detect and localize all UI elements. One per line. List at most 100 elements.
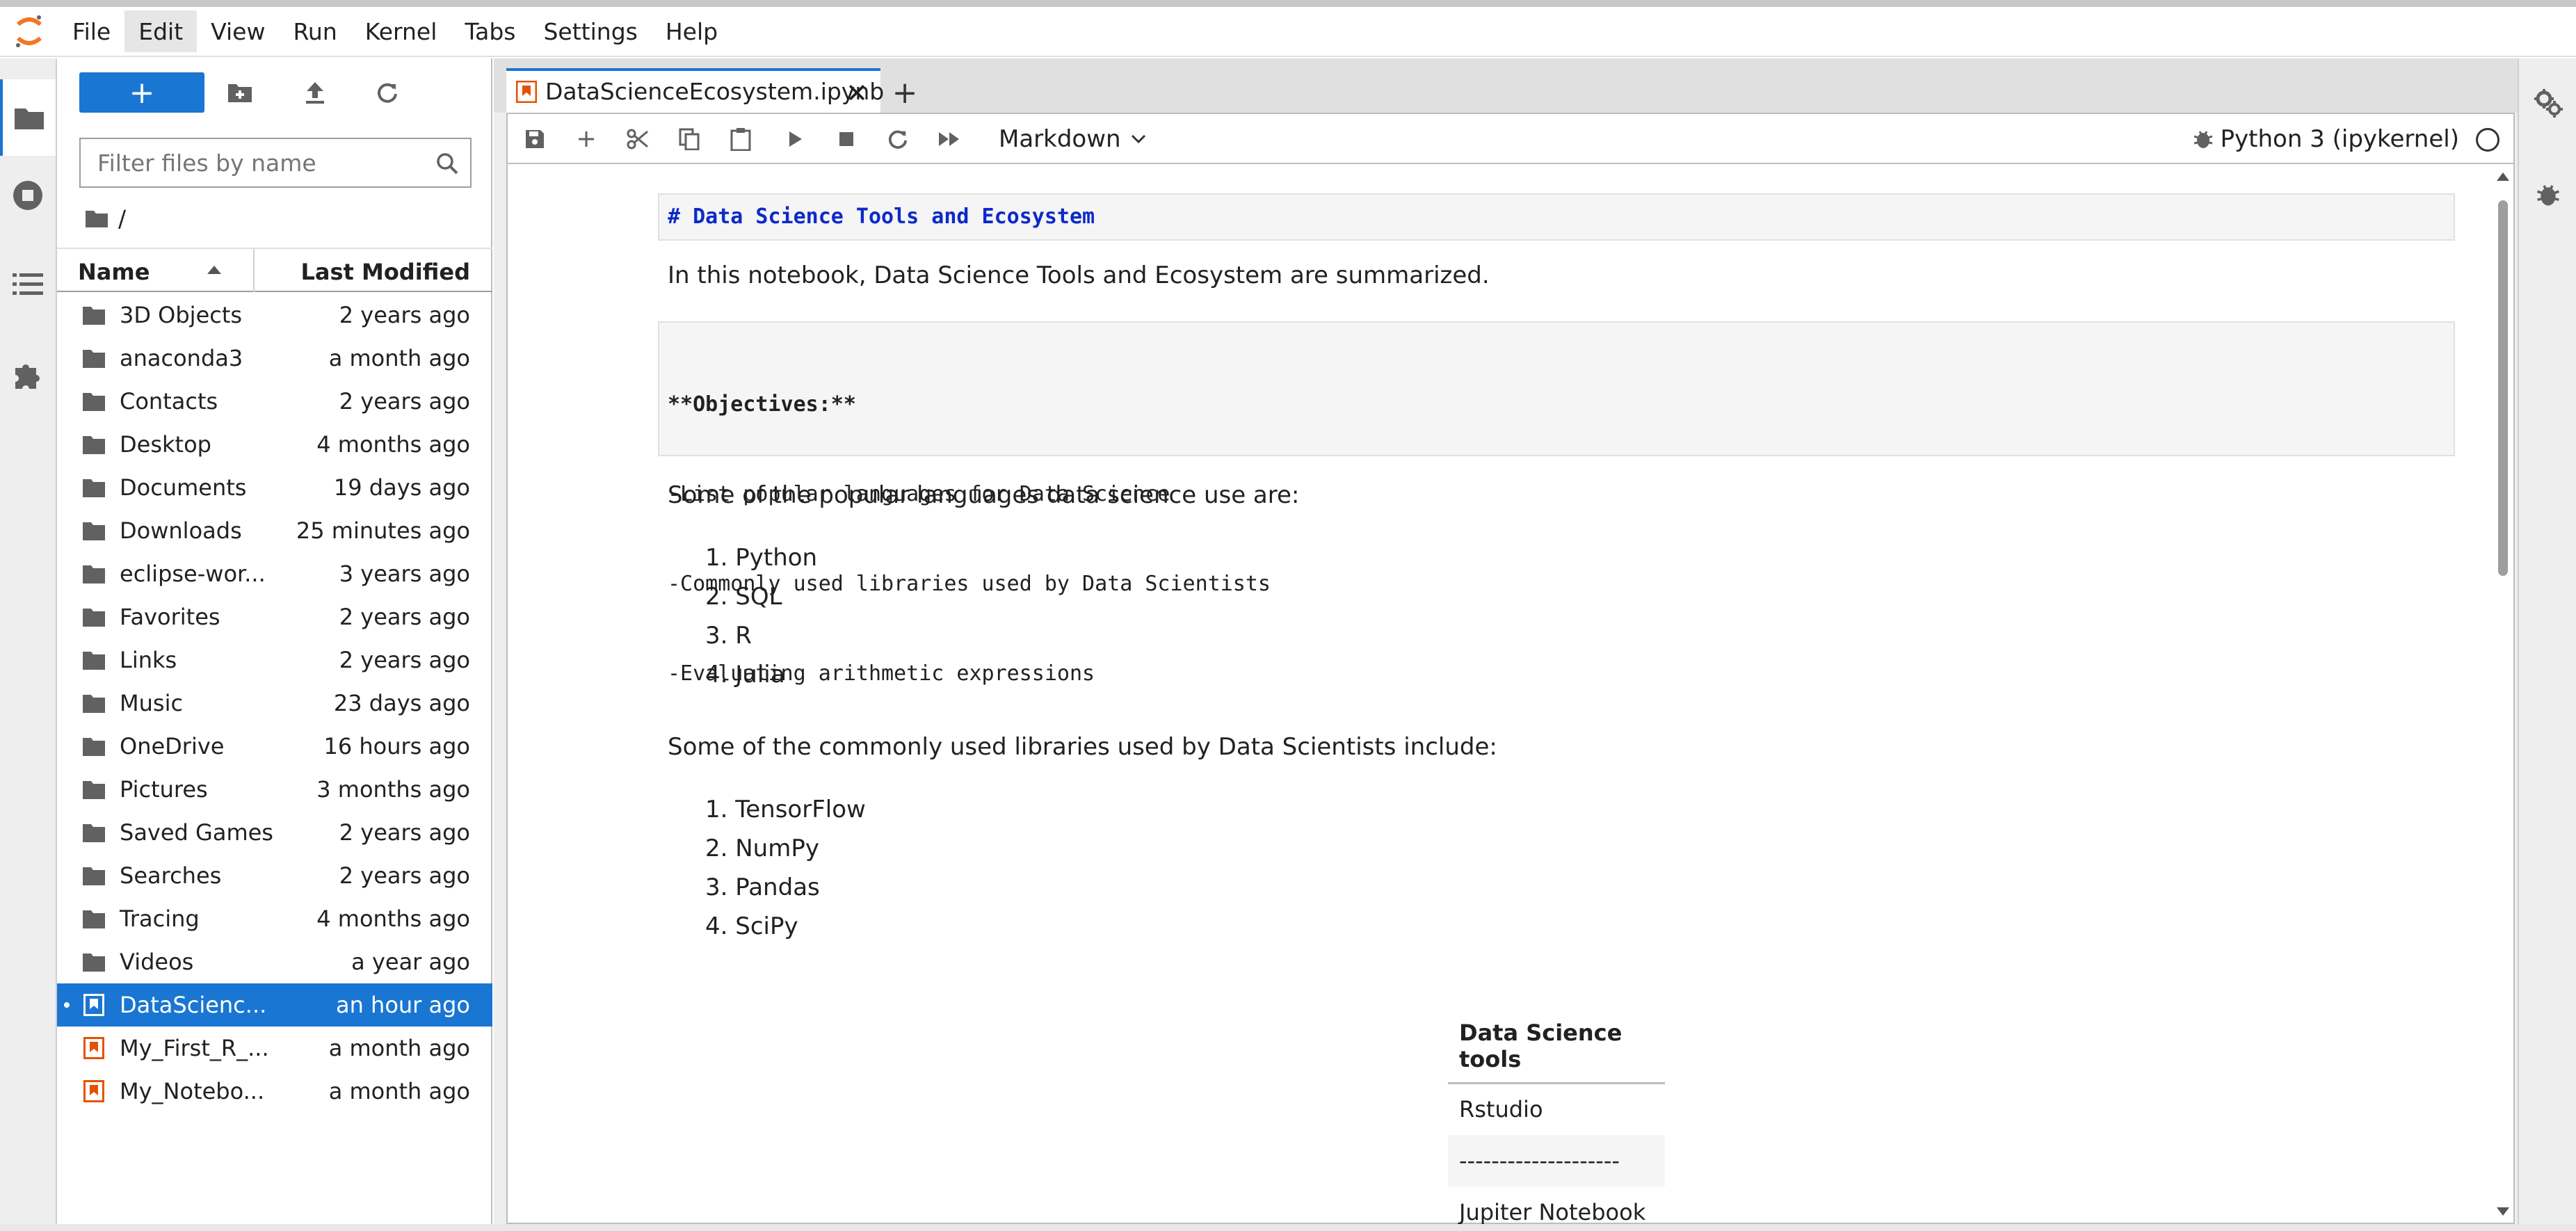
cell-type-dropdown[interactable]: Markdown (999, 121, 1146, 157)
file-row[interactable]: Contacts 2 years ago (57, 380, 492, 423)
file-row[interactable]: anaconda3 a month ago (57, 337, 492, 380)
name-column-header[interactable]: Name (78, 259, 150, 285)
last-modified-column-header[interactable]: Last Modified (301, 259, 471, 285)
menu-file[interactable]: File (58, 10, 124, 52)
folder-icon[interactable] (85, 209, 108, 228)
scrollbar-thumb[interactable] (2498, 200, 2508, 576)
file-row[interactable]: Saved Games 2 years ago (57, 811, 492, 854)
breadcrumb: / (85, 199, 126, 238)
notebook-icon (83, 994, 104, 1016)
file-row[interactable]: Videos a year ago (57, 940, 492, 983)
paste-button[interactable] (721, 121, 761, 157)
file-modified: a year ago (351, 949, 470, 975)
column-divider[interactable] (253, 249, 255, 292)
file-row[interactable]: 3D Objects 2 years ago (57, 293, 492, 337)
scissors-icon (627, 129, 648, 150)
file-row[interactable]: Music 23 days ago (57, 682, 492, 725)
notebook-panel: Markdown Python 3 (ipykernel) # Data Sci… (506, 113, 2515, 1224)
new-tab-button[interactable]: + (883, 72, 926, 113)
file-browser-tab[interactable] (0, 79, 56, 156)
stop-icon (839, 132, 853, 146)
property-inspector-tab[interactable] (2519, 68, 2576, 138)
menu-settings[interactable]: Settings (529, 10, 651, 52)
main-area: DataScienceEcosystem.ipynb ✕ + Markdown … (494, 58, 2518, 1224)
file-row[interactable]: My_First_R_... a month ago (57, 1027, 492, 1070)
play-icon (789, 131, 802, 147)
file-name: Documents (120, 474, 247, 501)
objective-item: -Evaluating arithmetic expressions (668, 661, 1095, 686)
debugger-tab[interactable] (2519, 160, 2576, 230)
restart-run-all-button[interactable] (929, 121, 969, 157)
table-cell: -------------------- (1448, 1134, 1665, 1186)
cut-button[interactable] (618, 121, 658, 157)
objectives-markdown-source[interactable]: **Objectives:** -List popular languages … (658, 321, 2455, 686)
copy-icon (679, 128, 700, 150)
file-list: 3D Objects 2 years ago anaconda3 a month ag… (57, 293, 492, 1113)
table-of-contents-tab[interactable] (0, 246, 56, 323)
notebook-icon (83, 1037, 104, 1059)
menu-tabs[interactable]: Tabs (451, 10, 529, 52)
file-modified: 2 years ago (339, 604, 470, 630)
interrupt-kernel-button[interactable] (826, 121, 867, 157)
refresh-button[interactable] (366, 72, 409, 113)
scroll-up-arrow-icon[interactable] (2497, 172, 2509, 181)
jupyter-logo-icon (0, 6, 58, 56)
file-modified: 2 years ago (339, 302, 470, 328)
file-row[interactable]: eclipse-wor... 3 years ago (57, 552, 492, 595)
file-row[interactable]: Desktop 4 months ago (57, 423, 492, 466)
running-sessions-tab[interactable] (0, 157, 56, 234)
debugger-icon[interactable] (2192, 128, 2214, 150)
menu-run[interactable]: Run (279, 10, 351, 52)
save-button[interactable] (515, 121, 555, 157)
folder-icon (83, 307, 105, 325)
menu-help[interactable]: Help (652, 10, 732, 52)
file-row[interactable]: Searches 2 years ago (57, 854, 492, 897)
search-icon (437, 153, 458, 175)
upload-icon (306, 82, 324, 104)
file-name: Pictures (120, 776, 208, 803)
file-row[interactable]: OneDrive 16 hours ago (57, 725, 492, 768)
tab-datascience-notebook[interactable]: DataScienceEcosystem.ipynb ✕ (506, 68, 884, 113)
list-item: 4. Julia (705, 661, 785, 689)
file-modified: 3 months ago (316, 776, 470, 803)
new-folder-button[interactable] (218, 72, 261, 113)
file-row[interactable]: DataScienc... an hour ago (57, 983, 492, 1027)
file-modified: 3 years ago (339, 561, 470, 587)
extension-manager-tab[interactable] (0, 337, 56, 413)
file-name: 3D Objects (120, 302, 243, 328)
menu-edit[interactable]: Edit (124, 10, 198, 52)
bug-icon (2536, 185, 2560, 206)
close-tab-icon[interactable]: ✕ (846, 78, 868, 108)
scroll-down-arrow-icon[interactable] (2497, 1207, 2509, 1216)
breadcrumb-root[interactable]: / (118, 205, 126, 232)
heading-markdown-source[interactable]: # Data Science Tools and Ecosystem (658, 193, 2455, 241)
file-row[interactable]: Pictures 3 months ago (57, 768, 492, 811)
vertical-scrollbar[interactable] (2495, 172, 2509, 1216)
file-browser-toolbar: + (57, 58, 492, 125)
menu-kernel[interactable]: Kernel (351, 10, 451, 52)
run-cell-button[interactable] (775, 121, 815, 157)
file-name: OneDrive (120, 733, 225, 759)
insert-cell-button[interactable] (566, 121, 606, 157)
file-name: Saved Games (120, 819, 273, 846)
left-activity-bar (0, 58, 57, 1231)
file-row[interactable]: Downloads 25 minutes ago (57, 509, 492, 552)
upload-button[interactable] (293, 72, 337, 113)
new-launcher-button[interactable]: + (79, 72, 204, 113)
copy-button[interactable] (669, 121, 709, 157)
save-icon (526, 130, 544, 148)
file-modified: 19 days ago (333, 474, 470, 501)
filter-files-input[interactable]: Filter files by name (79, 138, 472, 188)
folder-icon (83, 436, 105, 454)
file-row[interactable]: Tracing 4 months ago (57, 897, 492, 940)
file-row[interactable]: My_Notebo... a month ago (57, 1070, 492, 1113)
file-row[interactable]: Favorites 2 years ago (57, 595, 492, 638)
languages-intro: Some of the popular languages data scien… (668, 481, 1300, 509)
restart-kernel-button[interactable] (878, 121, 918, 157)
file-name: Tracing (120, 906, 200, 932)
file-row[interactable]: Links 2 years ago (57, 638, 492, 682)
plus-icon (579, 131, 594, 147)
file-row[interactable]: Documents 19 days ago (57, 466, 492, 509)
kernel-name[interactable]: Python 3 (ipykernel) (2221, 125, 2459, 153)
menu-view[interactable]: View (197, 10, 279, 52)
